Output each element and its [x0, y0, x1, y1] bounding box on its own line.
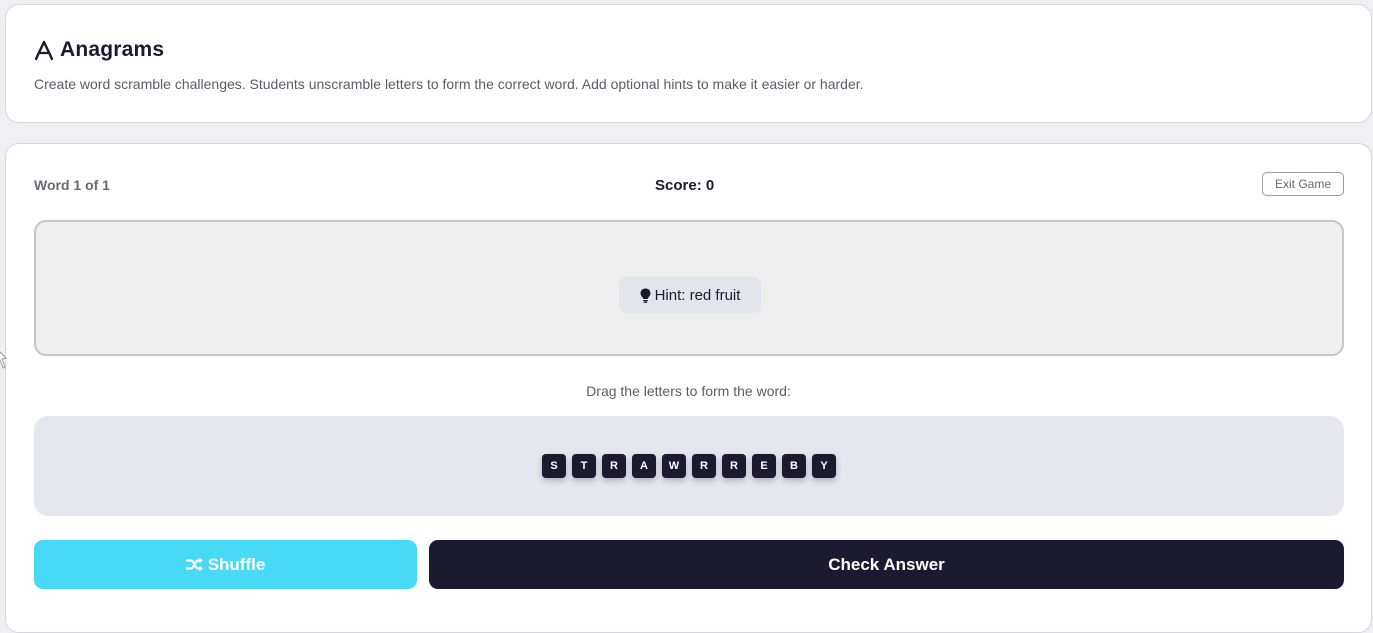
shuffle-button[interactable]: Shuffle [34, 540, 417, 589]
letter-tiles: S T R A W R R E B Y [542, 454, 836, 478]
mouse-cursor-icon [0, 348, 8, 375]
page-description: Create word scramble challenges. Student… [34, 76, 864, 92]
letter-tile[interactable]: T [572, 454, 596, 478]
hint-text: Hint: red fruit [654, 286, 741, 304]
font-a-icon [34, 39, 54, 61]
lightbulb-icon [640, 288, 651, 303]
letter-tile[interactable]: Y [812, 454, 836, 478]
page-title: Anagrams [60, 38, 165, 61]
exit-game-button[interactable]: Exit Game [1262, 172, 1344, 196]
shuffle-label: Shuffle [207, 554, 266, 574]
letter-tile[interactable]: E [752, 454, 776, 478]
letter-tile[interactable]: W [662, 454, 686, 478]
hint-badge: Hint: red fruit [619, 277, 761, 313]
letter-tile[interactable]: R [692, 454, 716, 478]
game-card: Word 1 of 1 Score: 0 Exit Game Hint: red… [5, 143, 1372, 633]
letter-tile[interactable]: R [602, 454, 626, 478]
drag-instruction: Drag the letters to form the word: [586, 383, 791, 399]
letter-tile[interactable]: S [542, 454, 566, 478]
header-card: Anagrams Create word scramble challenges… [5, 4, 1372, 123]
check-answer-button[interactable]: Check Answer [429, 540, 1344, 589]
hint-area: Hint: red fruit [34, 220, 1344, 356]
letters-area: S T R A W R R E B Y [34, 416, 1344, 516]
shuffle-icon [185, 557, 204, 572]
letter-tile[interactable]: B [782, 454, 806, 478]
score-display: Score: 0 [655, 177, 715, 194]
page-title-row: Anagrams [34, 38, 164, 62]
letter-tile[interactable]: R [722, 454, 746, 478]
letter-tile[interactable]: A [632, 454, 656, 478]
word-counter: Word 1 of 1 [34, 177, 110, 193]
